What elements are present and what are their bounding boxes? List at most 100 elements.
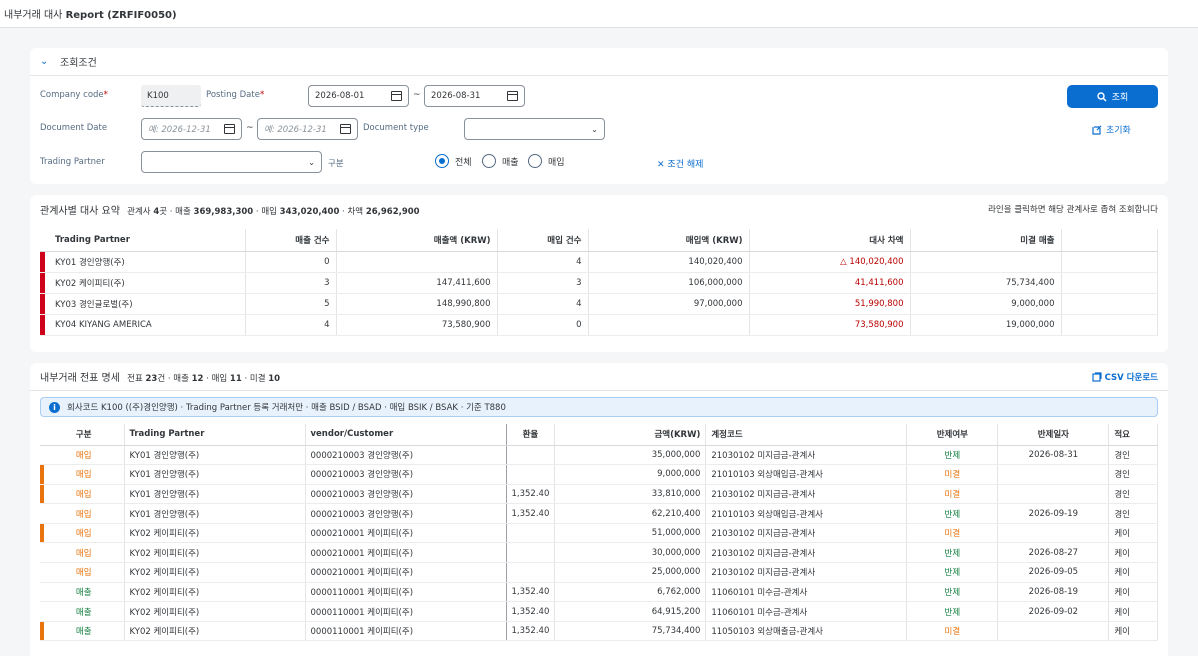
table-row[interactable]: KY01 경인양행(주) 0 4 140,020,400 △ 140,020,400 bbox=[40, 251, 1158, 273]
table-cell: 21010103 외상매입금-관계사 bbox=[705, 464, 908, 485]
col-header[interactable]: 환율 bbox=[506, 424, 556, 446]
table-cell: 64,915,200 bbox=[554, 601, 707, 622]
col-header[interactable]: 매출액 (KRW) bbox=[336, 229, 498, 252]
trading-partner-select[interactable]: ⌄ bbox=[141, 151, 322, 173]
table-cell: KY02 케이피티(주) bbox=[124, 523, 306, 544]
trading-partner-label: Trading Partner bbox=[40, 157, 105, 167]
table-cell: 매입 bbox=[44, 523, 125, 544]
table-cell bbox=[506, 464, 556, 485]
table-row[interactable]: 매출 KY02 케이피티(주) 0000110001 케이피티(주) 1,352.40… bbox=[40, 601, 1158, 622]
table-cell: KY02 케이피티(주) bbox=[124, 582, 306, 603]
details-title: 내부거래 전표 명세 bbox=[40, 373, 120, 384]
summary-hint: 라인을 클릭하면 해당 관계사로 좁혀 조회합니다 bbox=[988, 205, 1158, 215]
table-cell: KY02 케이피티(주) bbox=[124, 562, 306, 583]
table-cell: 케이 bbox=[1108, 523, 1158, 544]
calendar-icon[interactable] bbox=[391, 91, 402, 101]
table-cell: 2026-08-31 bbox=[997, 445, 1110, 466]
radio-purchase[interactable]: 매입 bbox=[528, 154, 565, 168]
document-date-from[interactable]: 예: 2026-12-31 bbox=[141, 118, 242, 140]
document-type-select[interactable]: ⌄ bbox=[464, 118, 605, 140]
col-header[interactable]: vendor/Customer bbox=[305, 424, 507, 446]
table-row[interactable]: 매입 KY02 케이피티(주) 0000210001 케이피티(주) 30,000,0… bbox=[40, 542, 1158, 564]
table-row[interactable]: 매입 KY01 경인양행(주) 0000210003 경인양행(주) 1,352.40… bbox=[40, 484, 1158, 505]
col-header[interactable]: 계정코드 bbox=[705, 424, 908, 446]
radio-on[interactable] bbox=[435, 154, 449, 168]
table-cell: 반제 bbox=[906, 601, 999, 622]
table-cell: 경인 bbox=[1108, 484, 1158, 505]
table-cell: 매출 bbox=[44, 601, 125, 622]
table-row[interactable]: 매출 KY02 케이피티(주) 0000110001 케이피티(주) 1,352.40… bbox=[40, 621, 1158, 642]
calendar-icon[interactable] bbox=[340, 124, 351, 134]
table-cell: 1,352.40 bbox=[506, 503, 556, 524]
table-cell: 6,762,000 bbox=[554, 582, 707, 603]
table-cell bbox=[997, 484, 1110, 505]
table-header: Trading Partner 매출 건수 매출액 (KRW) 매입 건수 매입… bbox=[40, 229, 1158, 252]
col-header[interactable]: 반제일자 bbox=[997, 424, 1110, 446]
radio-all[interactable]: 전체 bbox=[435, 154, 472, 168]
table-cell: 21010103 외상매입금-관계사 bbox=[705, 503, 908, 524]
table-cell: 21030102 미지급금-관계사 bbox=[705, 542, 908, 564]
col-header[interactable]: 미결 매출 bbox=[910, 229, 1062, 252]
table-row[interactable]: 매출 KY02 케이피티(주) 0000110001 케이피티(주) 1,352.40… bbox=[40, 582, 1158, 603]
col-header[interactable]: 매입액 (KRW) bbox=[588, 229, 750, 252]
document-date-to[interactable]: 예: 2026-12-31 bbox=[257, 118, 358, 140]
csv-icon bbox=[1092, 371, 1102, 382]
table-row[interactable]: KY03 경인글로벌(주) 5 148,990,800 4 97,000,000 51,9… bbox=[40, 293, 1158, 315]
table-cell: 케이 bbox=[1108, 562, 1158, 583]
summary-table: Trading Partner 매출 건수 매출액 (KRW) 매입 건수 매입… bbox=[40, 229, 1158, 336]
app-title: 내부거래 대사 Report (ZRFIF0050) bbox=[4, 10, 177, 21]
col-header[interactable]: Trading Partner bbox=[124, 424, 306, 446]
radio-sales[interactable]: 매출 bbox=[482, 154, 519, 168]
table-row[interactable]: 매입 KY02 케이피티(주) 0000210001 케이피티(주) 51,000,0… bbox=[40, 523, 1158, 544]
col-header[interactable]: 매출 건수 bbox=[245, 229, 337, 252]
table-cell: 매출 bbox=[44, 621, 125, 642]
criteria-title: 조회조건 bbox=[60, 58, 97, 69]
table-cell: 11060101 미수금-관계사 bbox=[705, 601, 908, 622]
summary-header: 관계사별 대사 요약 관계사 4곳 · 매출 369,983,300 · 매입 … bbox=[30, 195, 1168, 223]
table-cell: 반제 bbox=[906, 562, 999, 583]
clear-conditions-button[interactable]: ✕ 조건 해제 bbox=[657, 157, 703, 170]
table-row[interactable]: KY02 케이피티(주) 3 147,411,600 3 106,000,000 41,4… bbox=[40, 272, 1158, 294]
posting-date-to[interactable]: 2026-08-31 bbox=[424, 85, 525, 107]
calendar-icon[interactable] bbox=[224, 124, 235, 134]
search-button[interactable]: 조회 bbox=[1067, 85, 1158, 108]
posting-date-from[interactable]: 2026-08-01 bbox=[308, 85, 409, 107]
col-header[interactable]: 매입 건수 bbox=[497, 229, 589, 252]
table-cell: KY01 경인양행(주) bbox=[124, 503, 306, 524]
radio-off[interactable] bbox=[482, 154, 496, 168]
table-cell: 케이 bbox=[1108, 542, 1158, 564]
criteria-header[interactable]: ⌄ 조회조건 bbox=[30, 48, 1168, 76]
table-cell: 미결 bbox=[906, 621, 999, 642]
table-cell: 51,000,000 bbox=[554, 523, 707, 544]
table-cell: 11060101 미수금-관계사 bbox=[705, 582, 908, 603]
table-cell: 경인 bbox=[1108, 503, 1158, 524]
table-cell bbox=[997, 523, 1110, 544]
company-code-field[interactable]: K100 bbox=[141, 85, 201, 107]
table-cell: KY01 경인양행(주) bbox=[124, 464, 306, 485]
col-header[interactable]: 적요 bbox=[1108, 424, 1158, 446]
table-cell: 매입 bbox=[44, 542, 125, 564]
table-row[interactable]: 매입 KY01 경인양행(주) 0000210003 경인양행(주) 1,352.40… bbox=[40, 503, 1158, 524]
table-row[interactable]: KY04 KIYANG AMERICA 4 73,580,900 0 73,580,90… bbox=[40, 314, 1158, 336]
table-row[interactable]: 매입 KY01 경인양행(주) 0000210003 경인양행(주) 9,000,00… bbox=[40, 464, 1158, 485]
reset-button[interactable]: 초기화 bbox=[1092, 123, 1131, 136]
table-cell: KY02 케이피티(주) bbox=[124, 542, 306, 564]
table-row[interactable]: 매입 KY01 경인양행(주) 0000210003 경인양행(주) 35,000,0… bbox=[40, 445, 1158, 466]
table-cell: 매출 bbox=[44, 582, 125, 603]
company-code-label: Company code* bbox=[40, 90, 108, 100]
col-header[interactable]: 구분 bbox=[44, 424, 125, 446]
table-cell: 미결 bbox=[906, 523, 999, 544]
criteria-panel: ⌄ 조회조건 Company code* K100 Posting Date* … bbox=[30, 48, 1168, 184]
radio-off[interactable] bbox=[528, 154, 542, 168]
col-header[interactable]: 반제여부 bbox=[906, 424, 999, 446]
col-header[interactable]: 금액(KRW) bbox=[554, 424, 707, 446]
col-header[interactable]: Trading Partner bbox=[49, 229, 246, 252]
chevron-down-icon[interactable]: ⌄ bbox=[40, 56, 60, 67]
table-cell: 0000210001 케이피티(주) bbox=[305, 542, 507, 564]
calendar-icon[interactable] bbox=[507, 91, 518, 101]
table-cell: 1,352.40 bbox=[506, 582, 556, 603]
csv-download-button[interactable]: CSV 다운로드 bbox=[1092, 371, 1158, 383]
table-row[interactable]: 매입 KY02 케이피티(주) 0000210001 케이피티(주) 25,000,0… bbox=[40, 562, 1158, 583]
table-cell bbox=[506, 562, 556, 583]
col-header[interactable]: 대사 차액 bbox=[749, 229, 911, 252]
